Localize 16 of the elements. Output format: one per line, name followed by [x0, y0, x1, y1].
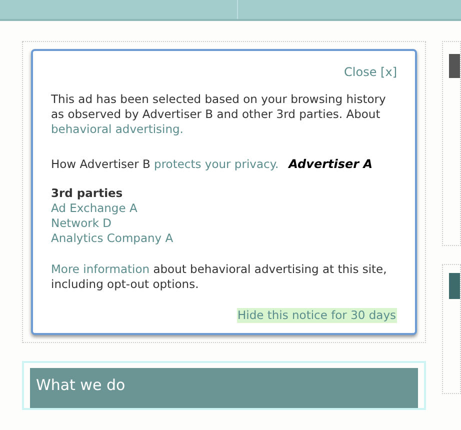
close-link[interactable]: Close [x] — [344, 65, 397, 80]
privacy-link[interactable]: protects your privacy. — [154, 157, 279, 171]
third-parties-heading: 3rd parties — [51, 186, 124, 201]
hide-notice-link[interactable]: Hide this notice for 30 days — [236, 308, 397, 323]
third-party-link[interactable]: Analytics Company A — [51, 231, 174, 245]
section-title: What we do — [36, 376, 126, 394]
privacy-text: How Advertiser B protects your privacy. — [51, 157, 279, 172]
side-header — [449, 54, 460, 78]
third-party-link[interactable]: Network D — [51, 216, 112, 230]
more-info-text: More information about behavioral advertising at this site, including opt-out options. — [51, 262, 388, 292]
notice-text: This ad has been selected based on your browsing history as observed by Advertiser B and other 3rd parties. About behavioral advertising. — [51, 92, 387, 137]
third-party-link[interactable]: Ad Exchange A — [51, 201, 138, 215]
advertiser-logo: Advertiser A — [288, 157, 373, 172]
side-header — [449, 273, 460, 299]
more-information-link[interactable]: More information — [51, 262, 150, 276]
behavioral-advertising-link[interactable]: behavioral advertising. — [51, 122, 184, 136]
